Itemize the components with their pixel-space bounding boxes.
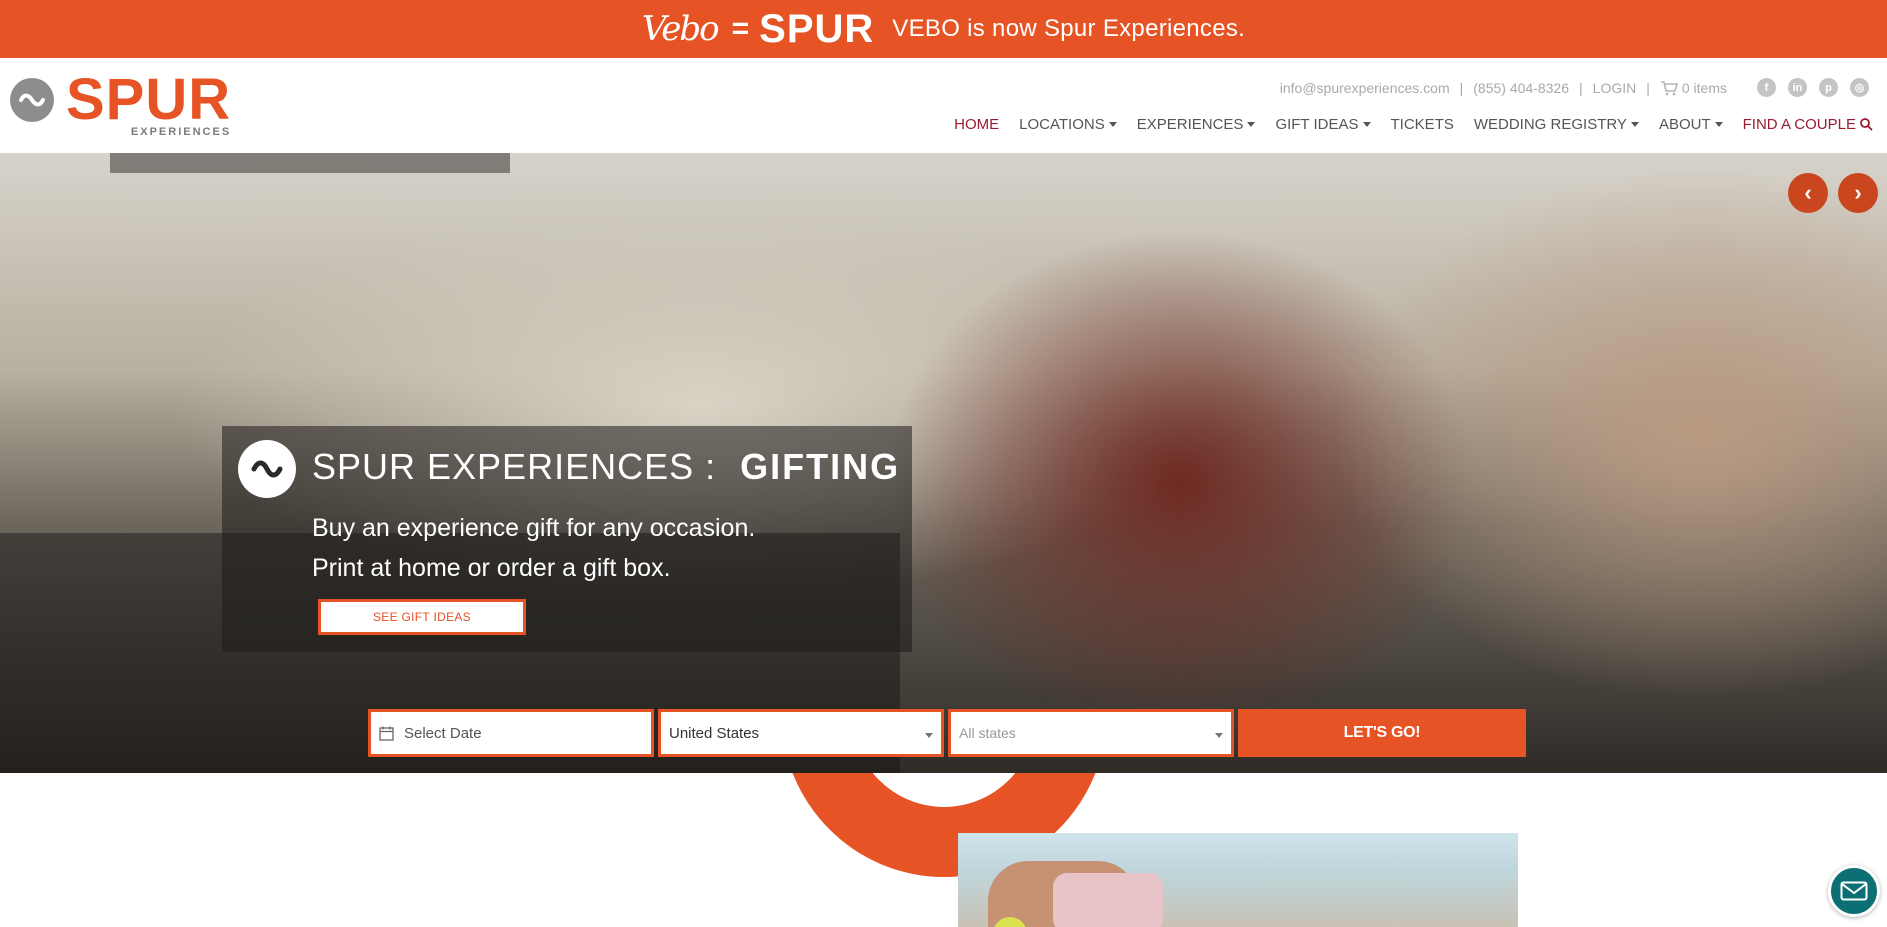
social-links: f in p ◎ (1757, 78, 1869, 97)
nav-label: LOCATIONS (1019, 116, 1105, 133)
cart-link[interactable]: 0 items (1660, 80, 1727, 96)
nav-tickets[interactable]: TICKETS (1391, 116, 1454, 133)
linkedin-icon[interactable]: in (1788, 78, 1807, 97)
caret-down-icon (1362, 122, 1371, 127)
hero-title-main: SPUR EXPERIENCES : (312, 446, 717, 487)
country-value: United States (669, 724, 760, 742)
instagram-icon[interactable]: ◎ (1850, 78, 1869, 97)
main-nav: HOME LOCATIONS EXPERIENCES GIFT IDEAS TI… (954, 116, 1873, 133)
logo-wave-icon (10, 78, 54, 122)
banner-message: VEBO is now Spur Experiences. (892, 15, 1246, 42)
lets-go-button[interactable]: LET'S GO! (1238, 709, 1526, 757)
hero-caption-panel: SPUR EXPERIENCES : GIFTING Buy an experie… (222, 426, 912, 652)
hero-slider: ‹ › SPUR EXPERIENCES : GIFTING Buy an exp… (0, 153, 1887, 773)
state-value: All states (959, 725, 1016, 741)
separator: | (1579, 79, 1583, 96)
nav-label: HOME (954, 116, 1000, 133)
spur-banner-logo: SPUR (759, 6, 875, 51)
separator: | (1646, 79, 1650, 96)
nav-locations[interactable]: LOCATIONS (1019, 116, 1117, 133)
utility-bar: info@spurexperiences.com | (855) 404-832… (1280, 78, 1869, 97)
nav-label: EXPERIENCES (1136, 116, 1244, 133)
nav-experiences[interactable]: EXPERIENCES (1137, 116, 1256, 133)
dropdown-arrow-icon (1215, 733, 1223, 738)
caret-down-icon (1108, 122, 1117, 127)
logo-wave-icon (238, 440, 296, 498)
nav-about[interactable]: ABOUT (1659, 116, 1723, 133)
slider-prev-button[interactable]: ‹ (1788, 173, 1828, 213)
nav-gift-ideas[interactable]: GIFT IDEAS (1275, 116, 1371, 133)
date-placeholder: Select Date (404, 724, 482, 742)
calendar-icon (379, 726, 394, 741)
date-field[interactable]: Select Date (368, 709, 654, 757)
nav-wedding-registry[interactable]: WEDDING REGISTRY (1474, 116, 1639, 133)
equals-sign: = (731, 12, 750, 45)
slider-next-button[interactable]: › (1838, 173, 1878, 213)
announcement-banner: Vebo = SPUR VEBO is now Spur Experiences… (0, 0, 1887, 58)
login-link[interactable]: LOGIN (1593, 80, 1637, 96)
site-logo[interactable]: SPUR EXPERIENCES (10, 67, 232, 138)
nav-label: GIFT IDEAS (1275, 116, 1359, 133)
hero-photo-frame (110, 153, 510, 173)
feature-photo (958, 833, 1518, 927)
hero-line-2: Print at home or order a gift box. (312, 554, 671, 582)
nav-home[interactable]: HOME (954, 116, 999, 133)
vebo-logo: Vebo (641, 9, 720, 49)
nav-label: FIND A COUPLE (1742, 116, 1856, 133)
nav-label: WEDDING REGISTRY (1473, 116, 1627, 133)
phone-link[interactable]: (855) 404-8326 (1473, 80, 1569, 96)
mail-icon (1840, 881, 1868, 901)
cart-count: 0 items (1681, 79, 1727, 96)
caret-down-icon (1247, 122, 1256, 127)
caret-down-icon (1630, 122, 1639, 127)
site-header: SPUR EXPERIENCES info@spurexperiences.co… (0, 58, 1887, 153)
nav-label: ABOUT (1658, 116, 1711, 133)
state-select[interactable]: All states (948, 709, 1234, 757)
caret-down-icon (1714, 122, 1723, 127)
experience-search-form: Select Date United States All states LET… (368, 709, 1526, 757)
chat-button[interactable] (1828, 865, 1880, 917)
dropdown-arrow-icon (925, 733, 933, 738)
hero-title-strong: GIFTING (740, 446, 901, 487)
hero-title: SPUR EXPERIENCES : GIFTING (312, 446, 900, 488)
search-icon (1860, 118, 1873, 131)
country-select[interactable]: United States (658, 709, 944, 757)
see-gift-ideas-button[interactable]: SEE GIFT IDEAS (318, 599, 526, 635)
nav-find-a-couple[interactable]: FIND A COUPLE (1743, 116, 1873, 133)
logo-wordmark: SPUR (66, 67, 232, 132)
separator: | (1459, 79, 1464, 96)
nav-label: TICKETS (1390, 116, 1454, 133)
facebook-icon[interactable]: f (1757, 78, 1776, 97)
cart-icon (1660, 80, 1678, 95)
hero-line-1: Buy an experience gift for any occasion. (312, 514, 756, 542)
chevron-right-icon: › (1854, 180, 1862, 205)
chevron-left-icon: ‹ (1804, 180, 1812, 205)
email-link[interactable]: info@spurexperiences.com (1280, 80, 1450, 96)
pinterest-icon[interactable]: p (1819, 78, 1838, 97)
